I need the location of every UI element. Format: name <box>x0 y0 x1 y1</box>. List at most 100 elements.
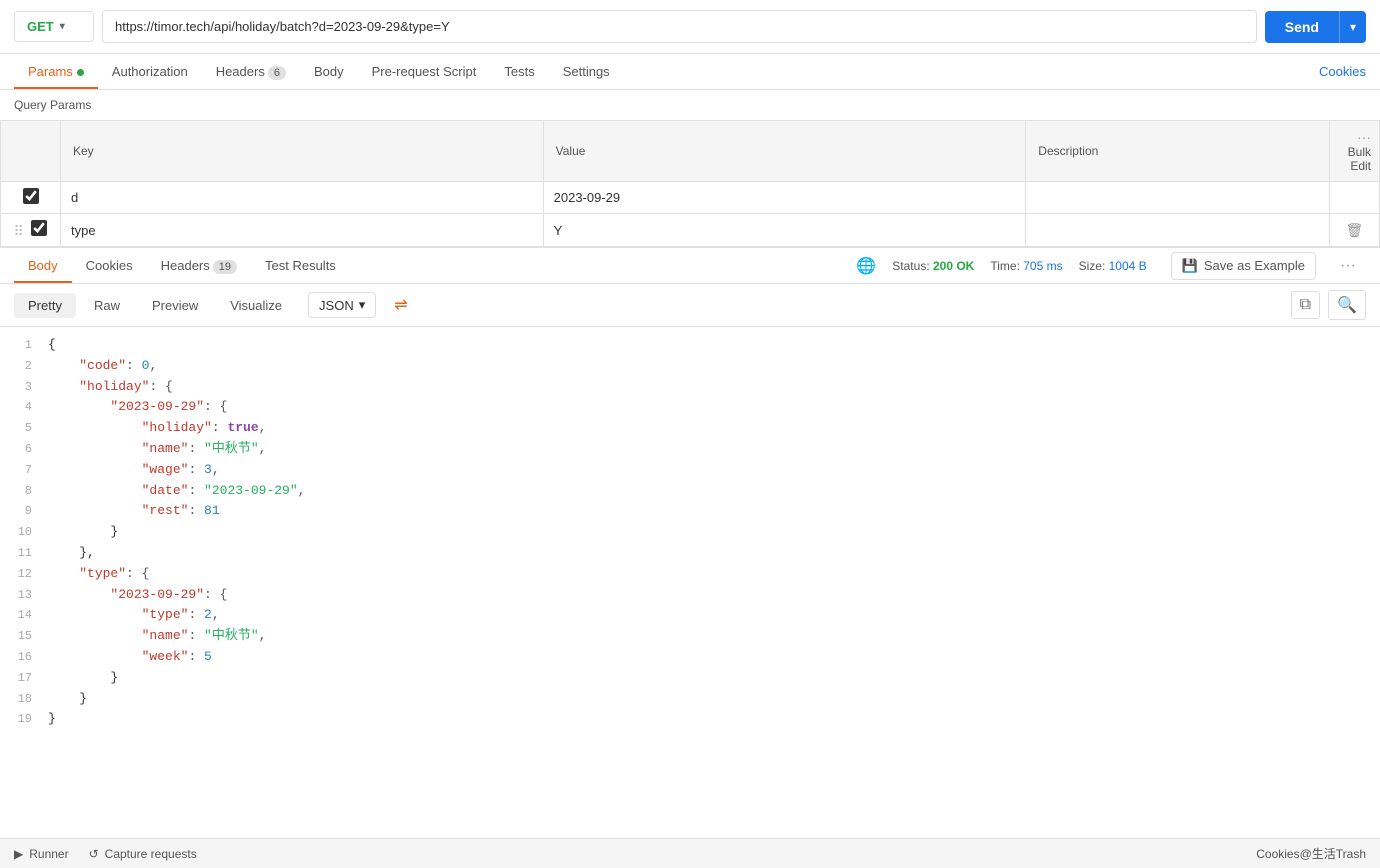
resp-tab-cookies[interactable]: Cookies <box>72 248 147 283</box>
json-line: 4 "2023-09-29": { <box>0 397 1380 418</box>
json-line: 7 "wage": 3, <box>0 460 1380 481</box>
json-line: 6 "name": "中秋节", <box>0 439 1380 460</box>
request-tabs: Params Authorization Headers6 Body Pre-r… <box>0 54 1380 90</box>
response-section: Body Cookies Headers19 Test Results 🌐 St… <box>0 247 1380 838</box>
json-text: } <box>48 709 1372 730</box>
tab-body[interactable]: Body <box>300 54 358 89</box>
row2-checkbox[interactable] <box>31 220 47 236</box>
view-tab-raw[interactable]: Raw <box>80 293 134 318</box>
bulk-edit-button[interactable]: Bulk Edit <box>1348 145 1371 173</box>
json-line: 19} <box>0 709 1380 730</box>
runner-button[interactable]: ▶ Runner <box>14 847 69 861</box>
json-line: 12 "type": { <box>0 564 1380 585</box>
method-selector[interactable]: GET ▾ <box>14 11 94 42</box>
view-tab-visualize[interactable]: Visualize <box>216 293 296 318</box>
line-number: 8 <box>8 482 48 501</box>
tab-settings[interactable]: Settings <box>549 54 624 89</box>
line-number: 7 <box>8 461 48 480</box>
json-text: "type": { <box>48 564 1372 585</box>
tab-headers[interactable]: Headers6 <box>202 54 300 89</box>
send-dropdown-button[interactable]: ▾ <box>1339 11 1366 43</box>
line-number: 16 <box>8 648 48 667</box>
json-text: }, <box>48 543 1372 564</box>
response-status-bar: 🌐 Status: 200 OK Time: 705 ms Size: 1004… <box>846 252 1366 280</box>
params-dot <box>77 69 84 76</box>
url-input[interactable] <box>102 10 1257 43</box>
json-text: "date": "2023-09-29", <box>48 481 1372 502</box>
response-tabs: Body Cookies Headers19 Test Results 🌐 St… <box>0 248 1380 284</box>
tab-params[interactable]: Params <box>14 54 98 89</box>
json-text: "rest": 81 <box>48 501 1372 522</box>
chevron-down-icon: ▾ <box>60 21 65 32</box>
json-line: 3 "holiday": { <box>0 377 1380 398</box>
size-label: Size: 1004 B <box>1079 259 1147 273</box>
row1-action <box>1329 182 1379 214</box>
headers-badge: 6 <box>268 66 286 80</box>
bottom-bar: ▶ Runner ↺ Capture requests Cookies@生活Tr… <box>0 838 1380 868</box>
line-number: 17 <box>8 669 48 688</box>
url-bar: GET ▾ Send ▾ <box>0 0 1380 54</box>
col-desc: Description <box>1026 121 1329 182</box>
row1-value[interactable]: 2023-09-29 <box>543 182 1026 214</box>
json-line: 18 } <box>0 689 1380 710</box>
view-actions: ⧉ 🔍 <box>1291 290 1366 320</box>
more-dots-icon[interactable]: ··· <box>1357 129 1371 145</box>
capture-icon: ↺ <box>89 847 99 861</box>
json-text: "holiday": { <box>48 377 1372 398</box>
row2-check-cell: ⠿ <box>1 214 61 247</box>
json-line: 11 }, <box>0 543 1380 564</box>
json-line: 16 "week": 5 <box>0 647 1380 668</box>
row2-value[interactable]: Y <box>543 214 1026 247</box>
line-number: 18 <box>8 690 48 709</box>
save-example-button[interactable]: 💾 Save as Example <box>1171 252 1316 280</box>
json-text: } <box>48 668 1372 689</box>
row1-key[interactable]: d <box>61 182 544 214</box>
search-button[interactable]: 🔍 <box>1328 290 1366 320</box>
resp-tab-body[interactable]: Body <box>14 248 72 283</box>
json-text: "holiday": true, <box>48 418 1372 439</box>
cookies-link[interactable]: Cookies <box>1319 54 1366 89</box>
row2-desc[interactable] <box>1026 214 1329 247</box>
delete-row-icon[interactable]: 🗑 <box>1345 222 1363 238</box>
line-number: 9 <box>8 502 48 521</box>
resp-tab-testresults[interactable]: Test Results <box>251 248 350 283</box>
send-button[interactable]: Send <box>1265 11 1339 43</box>
cookies-trash-label: Cookies@生活Trash <box>1256 845 1366 862</box>
copy-button[interactable]: ⧉ <box>1291 291 1320 319</box>
tab-authorization[interactable]: Authorization <box>98 54 202 89</box>
json-text: "2023-09-29": { <box>48 397 1372 418</box>
tab-tests[interactable]: Tests <box>490 54 548 89</box>
line-number: 6 <box>8 440 48 459</box>
method-label: GET <box>27 19 54 34</box>
bottom-right: Cookies@生活Trash <box>1256 845 1366 862</box>
json-line: 17 } <box>0 668 1380 689</box>
drag-handle-icon[interactable]: ⠿ <box>14 223 24 239</box>
line-number: 10 <box>8 523 48 542</box>
line-number: 11 <box>8 544 48 563</box>
row2-key[interactable]: type <box>61 214 544 247</box>
row1-checkbox[interactable] <box>23 188 39 204</box>
line-number: 3 <box>8 378 48 397</box>
table-row: ⠿ type Y 🗑 <box>1 214 1380 247</box>
params-table: Key Value Description ··· Bulk Edit d 20… <box>0 120 1380 247</box>
json-line: 15 "name": "中秋节", <box>0 626 1380 647</box>
more-options-icon[interactable]: ··· <box>1340 257 1356 275</box>
json-text: } <box>48 522 1372 543</box>
line-number: 15 <box>8 627 48 646</box>
capture-button[interactable]: ↺ Capture requests <box>89 847 197 861</box>
save-icon: 💾 <box>1182 258 1198 274</box>
col-actions: ··· Bulk Edit <box>1329 121 1379 182</box>
row1-desc[interactable] <box>1026 182 1329 214</box>
view-tab-pretty[interactable]: Pretty <box>14 293 76 318</box>
row2-action: 🗑 <box>1329 214 1379 247</box>
tab-prerequest[interactable]: Pre-request Script <box>358 54 491 89</box>
json-text: "type": 2, <box>48 605 1372 626</box>
format-selector[interactable]: JSON ▾ <box>308 292 376 318</box>
view-tab-preview[interactable]: Preview <box>138 293 212 318</box>
send-button-group: Send ▾ <box>1265 11 1366 43</box>
json-line: 5 "holiday": true, <box>0 418 1380 439</box>
wrap-button[interactable]: ⇌ <box>386 291 415 319</box>
line-number: 5 <box>8 419 48 438</box>
resp-tab-headers[interactable]: Headers19 <box>147 248 251 283</box>
col-key: Key <box>61 121 544 182</box>
